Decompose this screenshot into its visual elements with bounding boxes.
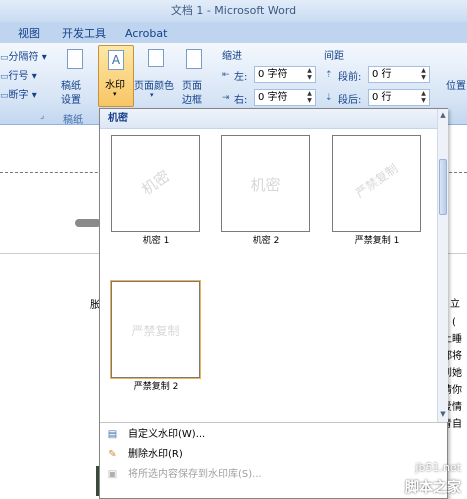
- indent-right-spinner[interactable]: 0 字符 ▲ ▼: [254, 89, 316, 106]
- page-border-label-2: 边框: [182, 95, 202, 106]
- page-border-icon: [186, 49, 202, 69]
- watermark-option-confidential-1[interactable]: 机密: [111, 135, 200, 232]
- gallery-scrollbar[interactable]: ▲ ▼: [437, 109, 448, 422]
- watermark-preview-text: 机密: [250, 176, 281, 194]
- spacing-before-spinner[interactable]: 0 行 ▲ ▼: [368, 66, 430, 83]
- group-label-manuscript: 稿纸: [63, 115, 83, 126]
- spinner-arrows-icon[interactable]: ▲ ▼: [305, 67, 314, 82]
- watermark-dropdown-icon: ▾: [113, 90, 117, 98]
- spacing-before-label: 段前:: [338, 72, 362, 83]
- line-numbers-button[interactable]: ▭行号 ▾: [0, 67, 37, 82]
- scroll-down-icon[interactable]: ▼: [438, 410, 448, 418]
- spacing-after-icon: ⇣: [325, 93, 333, 103]
- position-label[interactable]: 位置: [446, 77, 466, 92]
- caption-confidential-2: 机密 2: [252, 236, 280, 246]
- spacing-after-spinner[interactable]: 0 行 ▲ ▼: [368, 89, 430, 106]
- watermark-label: 水印: [105, 80, 125, 91]
- caption-no-copy-2: 严禁复制 2: [133, 382, 179, 392]
- watermark-icon: A: [108, 50, 124, 70]
- line-numbers-icon: ▭: [0, 72, 9, 82]
- hyphenation-button[interactable]: ▭断字 ▾: [0, 86, 37, 101]
- page-color-icon: [148, 49, 164, 67]
- custom-watermark-icon: ▤: [107, 429, 118, 440]
- manuscript-label-1: 稿纸: [61, 81, 81, 92]
- page-color-button[interactable]: [140, 49, 170, 77]
- ruler-marker: [75, 219, 101, 227]
- watermark-gallery: 机密 ▲ ▼ 机密 机密 1 机密 机密 2 严禁复制 严禁复制 1 严禁复制 …: [99, 108, 448, 499]
- hyphenation-icon: ▭: [0, 91, 9, 101]
- scroll-thumb[interactable]: [439, 159, 447, 215]
- indent-left-spinner[interactable]: 0 字符 ▲ ▼: [254, 66, 316, 83]
- breaks-icon: ▭: [0, 53, 9, 63]
- spinner-arrows-icon[interactable]: ▲ ▼: [419, 67, 428, 82]
- gallery-header: 机密: [100, 109, 437, 129]
- watermark-button[interactable]: A 水印 ▾: [98, 45, 134, 107]
- caption-no-copy-1: 严禁复制 1: [354, 236, 400, 246]
- manuscript-label-2: 设置: [61, 95, 81, 106]
- indent-right-icon: ⇥: [222, 93, 230, 103]
- indent-left-icon: ⇤: [222, 70, 230, 80]
- page-color-dropdown-icon[interactable]: ▾: [150, 91, 154, 99]
- indent-group-title: 缩进: [222, 51, 242, 62]
- spacing-group-title: 间距: [324, 51, 344, 62]
- manuscript-icon: [67, 49, 83, 69]
- watermark-option-no-copy-1[interactable]: 严禁复制: [332, 135, 421, 232]
- breaks-button[interactable]: ▭分隔符 ▾: [0, 48, 47, 63]
- indent-left-label: 左:: [234, 72, 248, 83]
- watermark-preview-text: 严禁复制: [131, 324, 180, 338]
- tab-view[interactable]: 视图: [18, 24, 40, 43]
- watermark-option-no-copy-2[interactable]: 严禁复制: [110, 280, 201, 379]
- page-border-label-1: 页面: [182, 81, 202, 92]
- spacing-before-icon: ⇡: [325, 70, 333, 80]
- menu-separator: [100, 422, 447, 423]
- custom-watermark-menu-item[interactable]: ▤ 自定义水印(W)...: [100, 425, 447, 445]
- spacing-after-label: 段后:: [338, 95, 362, 106]
- caption-confidential-1: 机密 1: [142, 236, 170, 246]
- remove-watermark-icon: ✎: [108, 449, 117, 460]
- save-to-gallery-icon: ▣: [107, 469, 118, 480]
- tab-acrobat[interactable]: Acrobat: [125, 24, 167, 43]
- site-watermark-logo: jb51.net 脚本之家: [405, 461, 461, 496]
- scroll-up-icon[interactable]: ▲: [438, 111, 448, 119]
- window-title: 文档 1 - Microsoft Word: [0, 0, 467, 22]
- manuscript-settings-button[interactable]: [60, 49, 90, 77]
- indent-right-label: 右:: [234, 95, 248, 106]
- doc-text-1: 立: [450, 299, 460, 310]
- dialog-launcher-icon[interactable]: ⌟: [40, 111, 44, 121]
- watermark-preview-text: 严禁复制: [353, 161, 401, 201]
- watermark-preview-text: 机密: [138, 166, 174, 199]
- tab-developer[interactable]: 开发工具: [62, 24, 106, 43]
- spinner-arrows-icon[interactable]: ▲ ▼: [305, 90, 314, 105]
- page-border-button[interactable]: [180, 49, 210, 77]
- ribbon-tabs: 视图 开发工具 Acrobat: [0, 22, 467, 43]
- watermark-option-confidential-2[interactable]: 机密: [221, 135, 310, 232]
- page-color-label: 页面颜色: [134, 81, 174, 92]
- spinner-arrows-icon[interactable]: ▲ ▼: [419, 90, 428, 105]
